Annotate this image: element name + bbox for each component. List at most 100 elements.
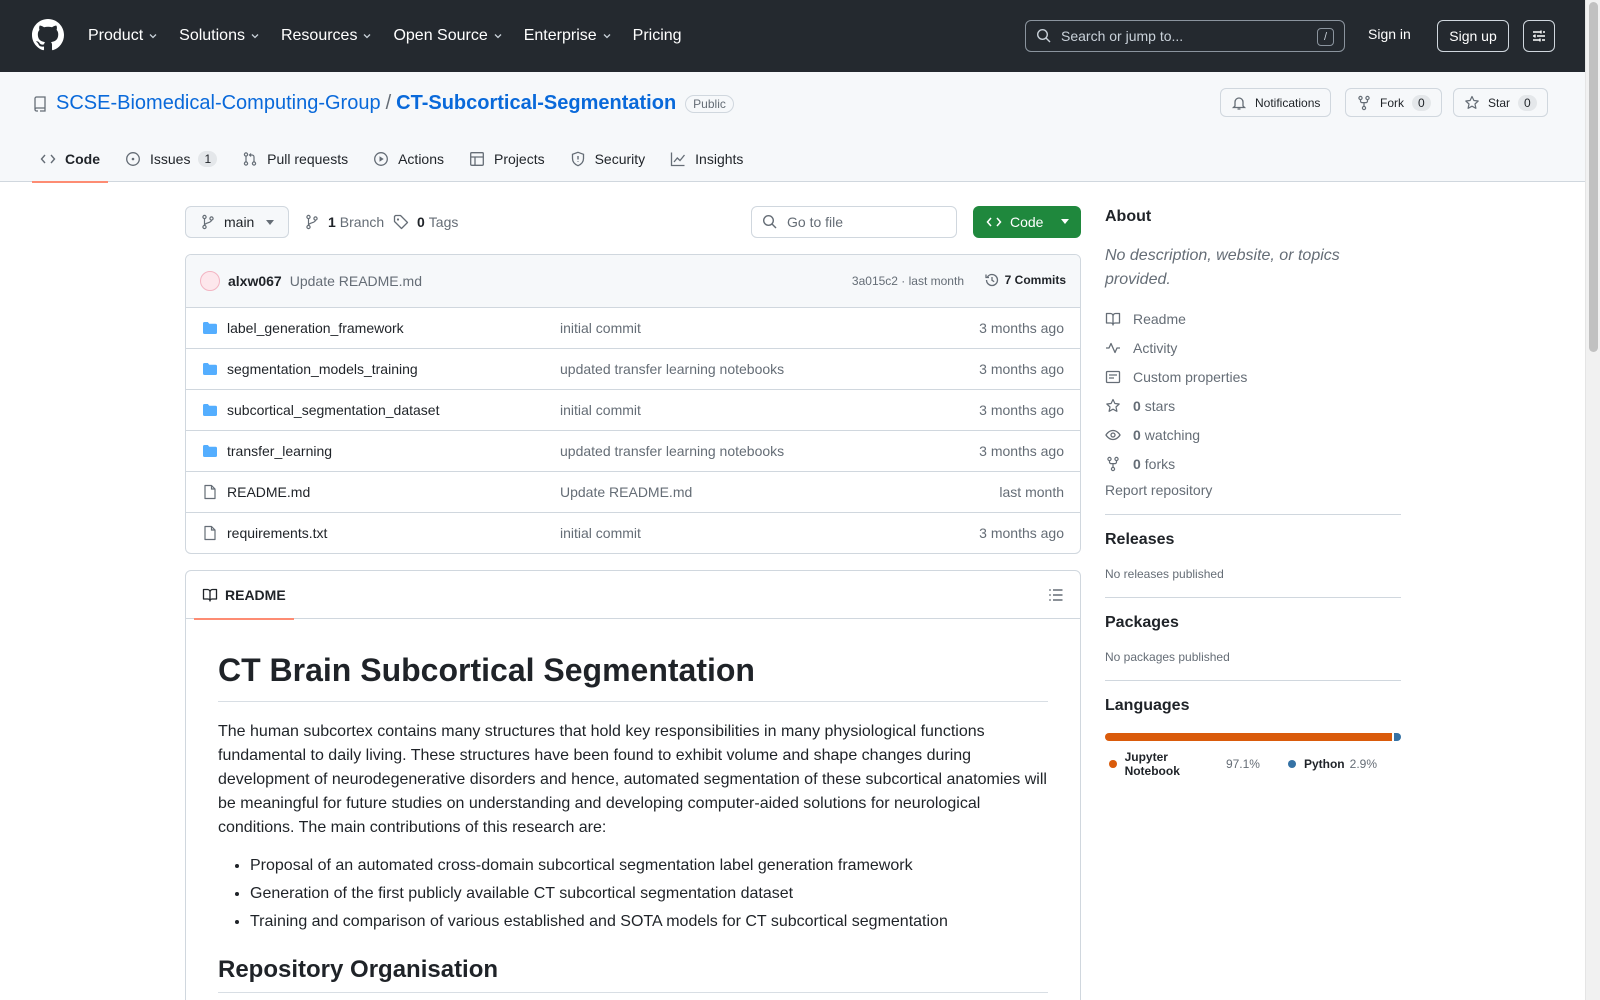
fork-label: Fork — [1380, 95, 1404, 110]
page-scrollbar[interactable] — [1585, 0, 1600, 1000]
sign-in-link[interactable]: Sign in — [1368, 26, 1411, 42]
activity-link-label: Activity — [1133, 339, 1178, 356]
avatar[interactable] — [200, 271, 220, 291]
code-icon — [40, 154, 56, 164]
custom-properties-link[interactable]: Custom properties — [1105, 362, 1401, 391]
menu-button[interactable] — [1523, 20, 1555, 52]
file-row[interactable]: transfer_learning updated transfer learni… — [186, 431, 1080, 472]
file-commit-message[interactable]: updated transfer learning notebooks — [560, 443, 784, 459]
file-row[interactable]: segmentation_models_training updated tran… — [186, 349, 1080, 390]
code-button[interactable]: Code — [973, 206, 1081, 238]
readme-contributions-list: Proposal of an automated cross-domain su… — [218, 854, 1048, 934]
readme-tab-label: README — [225, 587, 286, 603]
commit-hash-time[interactable]: 3a015c2 · last month — [852, 274, 964, 288]
nav-solutions[interactable]: Solutions — [179, 27, 261, 45]
stars-link[interactable]: 0 stars — [1105, 391, 1401, 420]
nav-open-source[interactable]: Open Source — [393, 27, 503, 45]
tag-count: 0 — [417, 214, 425, 230]
packages-text: No packages published — [1105, 650, 1230, 664]
pulse-icon — [1106, 342, 1120, 353]
language-dot — [1287, 760, 1296, 768]
language-dot — [1109, 760, 1117, 768]
file-commit-message[interactable]: Update README.md — [560, 484, 692, 500]
language-item[interactable]: Python 2.9% — [1284, 750, 1377, 778]
star-button[interactable]: Star 0 — [1453, 88, 1548, 117]
nav-resources[interactable]: Resources — [281, 27, 373, 45]
tab-code[interactable]: Code — [32, 136, 108, 183]
tab-label: Actions — [398, 151, 445, 167]
nav-enterprise[interactable]: Enterprise — [524, 27, 613, 45]
readme-panel: README CT Brain Subcortical Segmentation… — [185, 570, 1081, 1000]
file-name[interactable]: segmentation_models_training — [227, 361, 418, 377]
fork-count: 0 — [1412, 94, 1431, 111]
list-item: Proposal of an automated cross-domain su… — [250, 854, 1048, 878]
book-icon — [202, 588, 218, 602]
branches-link[interactable]: 1 Branch — [304, 214, 384, 230]
tab-pull-requests[interactable]: Pull requests — [234, 136, 356, 182]
file-commit-message[interactable]: updated transfer learning notebooks — [560, 361, 784, 377]
folder-icon — [203, 363, 217, 375]
file-row[interactable]: README.md Update README.md last month — [186, 472, 1080, 513]
packages-heading[interactable]: Packages — [1105, 614, 1401, 632]
repo-name-link[interactable]: CT-Subcortical-Segmentation — [396, 92, 676, 115]
file-row[interactable]: requirements.txt initial commit 3 months a… — [186, 513, 1080, 553]
file-commit-time: last month — [999, 484, 1064, 500]
list-item: Generation of the first publicly availab… — [250, 882, 1048, 906]
report-repository-link[interactable]: Report repository — [1105, 482, 1401, 498]
global-search-input[interactable]: Search or jump to... / — [1025, 20, 1345, 52]
tag-icon — [393, 214, 409, 230]
branch-selector[interactable]: main — [185, 206, 289, 238]
play-icon — [374, 152, 389, 166]
file-commit-message[interactable]: initial commit — [560, 525, 641, 541]
file-row[interactable]: label_generation_framework initial commit… — [186, 308, 1080, 349]
language-item[interactable]: Jupyter Notebook 97.1% — [1105, 750, 1260, 778]
language-bar — [1105, 733, 1401, 741]
fork-button[interactable]: Fork 0 — [1345, 88, 1442, 117]
releases-heading[interactable]: Releases — [1105, 531, 1401, 549]
notifications-button[interactable]: Notifications — [1220, 88, 1332, 117]
releases-text: No releases published — [1105, 567, 1224, 581]
activity-link[interactable]: Activity — [1105, 333, 1401, 362]
nav-pricing[interactable]: Pricing — [633, 27, 682, 45]
sign-up-button[interactable]: Sign up — [1437, 20, 1509, 52]
tab-issues[interactable]: Issues 1 — [117, 136, 225, 182]
github-logo-icon[interactable] — [32, 19, 64, 51]
tab-projects[interactable]: Projects — [461, 136, 553, 182]
note-icon — [1105, 370, 1121, 383]
go-to-file-input[interactable]: Go to file — [751, 206, 957, 238]
star-icon — [1106, 398, 1120, 412]
file-name[interactable]: README.md — [227, 484, 310, 500]
commits-link[interactable]: 7 Commits — [984, 272, 1066, 288]
forks-label: forks — [1144, 455, 1176, 472]
forks-link[interactable]: 0 forks — [1105, 449, 1401, 478]
repo-tabs: Code Issues 1 Pull requests Actions Proj… — [32, 136, 760, 183]
book-icon — [1105, 312, 1121, 326]
chevron-down-icon — [149, 34, 157, 39]
tab-insights[interactable]: Insights — [662, 136, 751, 182]
commit-message[interactable]: Update README.md — [290, 273, 422, 289]
file-name[interactable]: requirements.txt — [227, 525, 327, 541]
nav-product[interactable]: Product — [88, 27, 159, 45]
watching-count: 0 — [1133, 426, 1141, 443]
file-commit-message[interactable]: initial commit — [560, 320, 641, 336]
file-name[interactable]: label_generation_framework — [227, 320, 404, 336]
tab-actions[interactable]: Actions — [365, 136, 452, 182]
tab-security[interactable]: Security — [562, 136, 654, 182]
language-legend: Jupyter Notebook 97.1% Python 2.9% — [1105, 750, 1401, 778]
tags-link[interactable]: 0 Tags — [393, 214, 458, 230]
nav-label: Resources — [280, 27, 358, 44]
commit-author[interactable]: alxw067 — [228, 273, 282, 289]
nav-label: Product — [88, 27, 144, 44]
file-row[interactable]: subcortical_segmentation_dataset initial … — [186, 390, 1080, 431]
readme-link[interactable]: Readme — [1105, 304, 1401, 333]
file-commit-message[interactable]: initial commit — [560, 402, 641, 418]
language-bar-segment — [1105, 733, 1393, 741]
star-icon — [1465, 95, 1479, 109]
file-name[interactable]: subcortical_segmentation_dataset — [227, 402, 439, 418]
repo-owner-link[interactable]: SCSE-Biomedical-Computing-Group — [56, 92, 381, 115]
scrollbar-thumb[interactable] — [1589, 2, 1598, 352]
watching-link[interactable]: 0 watching — [1105, 420, 1401, 449]
readme-tab[interactable]: README — [194, 571, 294, 620]
file-name[interactable]: transfer_learning — [227, 443, 332, 459]
list-icon[interactable] — [1048, 587, 1064, 603]
